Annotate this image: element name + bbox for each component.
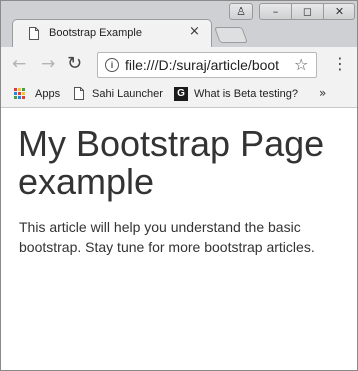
minimize-button[interactable]: – <box>260 4 292 19</box>
restore-button[interactable]: ◻ <box>292 4 324 19</box>
bookmark-what-is-beta-testing[interactable]: G What is Beta testing? <box>174 87 304 103</box>
page-icon <box>74 87 84 100</box>
page-content: My Bootstrap Page example This article w… <box>1 108 357 370</box>
bookmark-label: What is Beta testing? <box>194 88 298 100</box>
new-tab-button[interactable] <box>214 27 248 43</box>
page-heading: My Bootstrap Page example <box>18 123 325 202</box>
minimize-icon: – <box>272 5 279 18</box>
back-icon[interactable]: ← <box>12 55 26 73</box>
menu-icon[interactable]: ⋮ <box>332 55 348 73</box>
toolbar: ← → ↻ i file:///D:/suraj/article/boot ☆ … <box>1 47 357 83</box>
restore-icon: ◻ <box>302 5 313 18</box>
url-text[interactable]: file:///D:/suraj/article/boot <box>125 57 289 73</box>
page-icon <box>29 27 39 40</box>
browser-window: ♙ – ◻ ✕ Bootstrap Example × ← → ↻ i file… <box>0 0 358 371</box>
window-controls: – ◻ ✕ <box>259 3 355 20</box>
bookmark-sahi-launcher[interactable]: Sahi Launcher <box>72 87 164 103</box>
title-bar: ♙ – ◻ ✕ Bootstrap Example × <box>1 1 357 47</box>
tab-title: Bootstrap Example <box>49 27 142 39</box>
close-window-button[interactable]: ✕ <box>324 4 355 19</box>
bookmark-label: Apps <box>35 88 61 100</box>
g-icon: G <box>174 87 188 101</box>
bookmark-apps[interactable]: Apps <box>14 87 64 103</box>
info-icon[interactable]: i <box>105 58 119 72</box>
page-body-text: This article will help you understand th… <box>19 219 315 255</box>
tab-bootstrap-example[interactable]: Bootstrap Example × <box>12 19 212 47</box>
profile-button[interactable]: ♙ <box>229 3 253 20</box>
user-icon: ♙ <box>236 5 246 18</box>
reload-icon[interactable]: ↻ <box>67 55 82 73</box>
close-icon: ✕ <box>334 5 345 18</box>
bookmarks-overflow-icon[interactable]: » <box>319 86 326 100</box>
apps-grid-icon <box>14 88 26 100</box>
bookmark-star-icon[interactable]: ☆ <box>294 55 308 74</box>
bookmarks-bar: Apps Sahi Launcher G What is Beta testin… <box>1 83 357 108</box>
address-bar[interactable]: i file:///D:/suraj/article/boot ☆ <box>97 52 317 78</box>
bookmark-label: Sahi Launcher <box>92 88 163 100</box>
close-tab-icon[interactable]: × <box>189 24 200 39</box>
forward-icon[interactable]: → <box>41 55 55 73</box>
